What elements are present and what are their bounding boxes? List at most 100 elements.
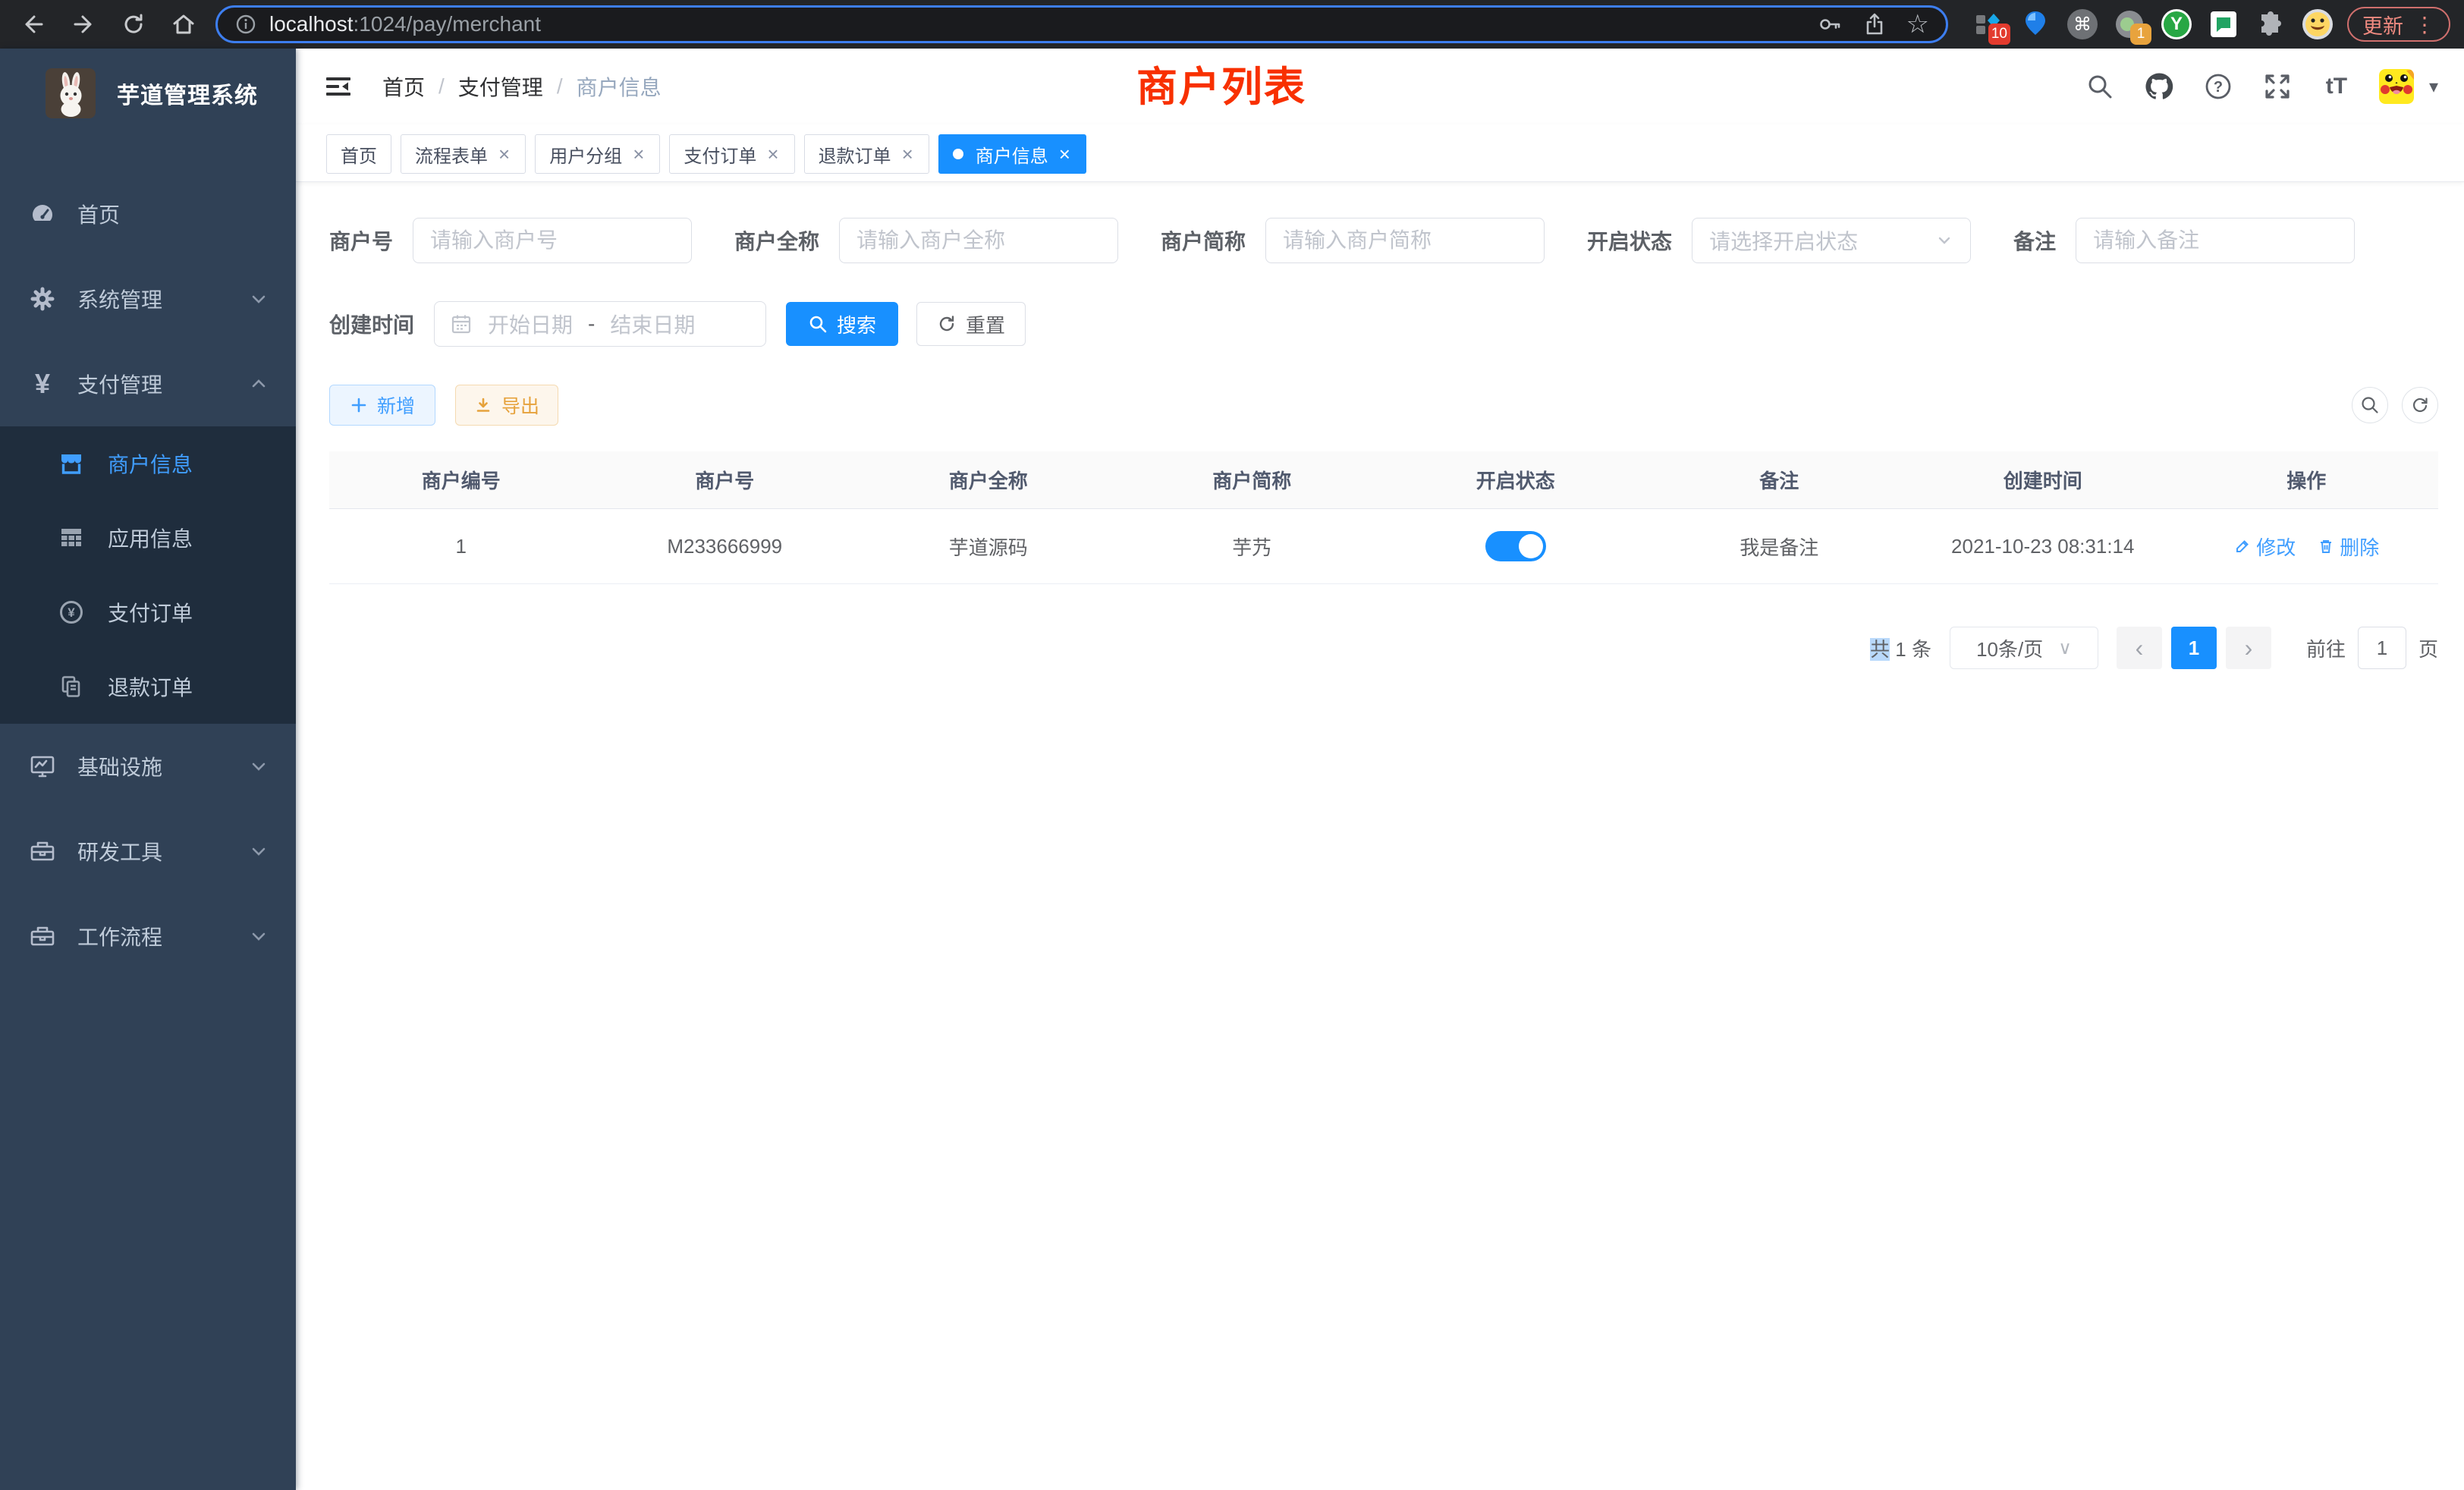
end-date-placeholder[interactable]: 结束日期 [610, 309, 695, 339]
close-icon[interactable]: × [900, 144, 915, 164]
extension-workona-icon[interactable]: 10 [1972, 8, 2004, 40]
sidebar-item-app-info[interactable]: 应用信息 [0, 501, 296, 575]
sidebar-item-pay-order[interactable]: ¥ 支付订单 [0, 575, 296, 649]
edit-link[interactable]: 修改 [2233, 533, 2296, 561]
cell-short-name: 芋艿 [1120, 533, 1384, 561]
font-size-icon[interactable]: tT [2320, 70, 2353, 103]
share-icon[interactable] [1862, 12, 1887, 36]
refresh-table-button[interactable] [2402, 387, 2438, 423]
col-header: 商户全称 [856, 466, 1120, 494]
sidebar-item-dev-tools[interactable]: 研发工具 [0, 809, 296, 894]
search-icon[interactable] [2083, 70, 2117, 103]
short-name-label: 商户简称 [1161, 225, 1246, 256]
bookmark-star-icon[interactable]: ☆ [1906, 11, 1929, 37]
page-unit-label: 页 [2418, 634, 2438, 662]
remark-label: 备注 [2013, 225, 2056, 256]
extension-meet-icon[interactable]: 1 [2114, 8, 2145, 40]
reset-button[interactable]: 重置 [916, 302, 1026, 346]
avatar-caret-icon[interactable]: ▾ [2429, 76, 2438, 98]
browser-menu-icon[interactable]: ⋮ [2414, 12, 2435, 37]
toolbox-icon [27, 836, 58, 866]
close-icon[interactable]: × [631, 144, 646, 164]
sidebar-item-system[interactable]: 系统管理 [0, 256, 296, 341]
status-toggle[interactable] [1485, 531, 1546, 561]
url-text[interactable]: localhost:1024/pay/merchant [269, 12, 541, 36]
close-icon[interactable]: × [765, 144, 780, 164]
short-name-input[interactable] [1265, 218, 1545, 263]
sidebar-item-workflow[interactable]: 工作流程 [0, 894, 296, 979]
help-icon[interactable]: ? [2202, 70, 2235, 103]
address-bar[interactable]: localhost:1024/pay/merchant ☆ [215, 5, 1948, 43]
chevron-down-icon [249, 841, 269, 861]
search-icon [808, 314, 828, 334]
extension-y-icon[interactable]: Y [2161, 8, 2192, 40]
browser-forward-icon[interactable] [64, 5, 103, 44]
start-date-placeholder[interactable]: 开始日期 [488, 309, 573, 339]
monitor-chart-icon [27, 751, 58, 781]
status-select[interactable]: 请选择开启状态 [1692, 218, 1971, 263]
url-host: localhost [269, 12, 354, 36]
extension-chat-icon[interactable] [2208, 8, 2239, 40]
remark-input[interactable] [2076, 218, 2355, 263]
tab-user-group[interactable]: 用户分组× [535, 134, 660, 174]
page-annotation: 商户列表 [1136, 53, 1306, 113]
prev-page-button[interactable]: ‹ [2117, 627, 2162, 669]
page-size-select[interactable]: 10条/页 ∨ [1950, 627, 2098, 669]
gear-icon [27, 284, 58, 314]
sidebar-item-home[interactable]: 首页 [0, 171, 296, 256]
create-time-range-input[interactable]: 开始日期 - 结束日期 [434, 301, 766, 347]
goto-page-input[interactable] [2358, 627, 2406, 669]
extension-command-icon[interactable]: ⌘ [2066, 8, 2098, 40]
github-icon[interactable] [2142, 70, 2176, 103]
cell-status [1384, 531, 1648, 561]
browser-home-icon[interactable] [164, 5, 203, 44]
user-avatar[interactable] [2379, 69, 2414, 104]
tab-refund-order[interactable]: 退款订单× [804, 134, 929, 174]
sidebar-item-refund-order[interactable]: 退款订单 [0, 649, 296, 724]
merchant-no-input[interactable] [413, 218, 692, 263]
url-path: :1024/pay/merchant [354, 12, 542, 36]
extensions-puzzle-icon[interactable] [2255, 8, 2286, 40]
next-page-button[interactable]: › [2226, 627, 2271, 669]
add-button[interactable]: 新增 [329, 385, 435, 426]
trash-icon [2317, 537, 2335, 555]
close-icon[interactable]: × [1058, 144, 1072, 164]
page-number-button[interactable]: 1 [2171, 627, 2217, 669]
col-header: 开启状态 [1384, 466, 1648, 494]
cell-full-name: 芋道源码 [856, 533, 1120, 561]
col-header: 商户编号 [329, 466, 593, 494]
password-key-icon[interactable] [1817, 11, 1843, 37]
browser-update-button[interactable]: 更新 ⋮ [2347, 7, 2450, 42]
close-icon[interactable]: × [497, 144, 511, 164]
col-header: 商户简称 [1120, 466, 1384, 494]
search-icon [2360, 395, 2380, 415]
sidebar-item-infra[interactable]: 基础设施 [0, 724, 296, 809]
full-name-input[interactable] [839, 218, 1118, 263]
breadcrumb-home[interactable]: 首页 [382, 71, 425, 102]
profile-avatar-icon[interactable] [2302, 8, 2334, 40]
pay-submenu: 商户信息 应用信息 ¥ 支付订单 [0, 426, 296, 724]
extension-badge: 1 [2130, 24, 2151, 45]
breadcrumb-pay[interactable]: 支付管理 [458, 71, 543, 102]
search-button[interactable]: 搜索 [786, 302, 898, 346]
tab-home[interactable]: 首页 [326, 134, 391, 174]
refresh-icon [937, 314, 957, 334]
tab-merchant-info[interactable]: 商户信息× [938, 134, 1086, 174]
export-button[interactable]: 导出 [455, 385, 558, 426]
grid-table-icon [58, 524, 85, 552]
sidebar-item-pay[interactable]: ¥ 支付管理 [0, 341, 296, 426]
browser-back-icon[interactable] [14, 5, 53, 44]
fullscreen-icon[interactable] [2261, 70, 2294, 103]
extension-balloon-icon[interactable] [2019, 8, 2051, 40]
toggle-search-button[interactable] [2352, 387, 2388, 423]
delete-link[interactable]: 删除 [2317, 533, 2379, 561]
tab-pay-order[interactable]: 支付订单× [669, 134, 794, 174]
site-info-icon[interactable] [234, 13, 257, 36]
browser-reload-icon[interactable] [114, 5, 153, 44]
sidebar-item-merchant-info[interactable]: 商户信息 [0, 426, 296, 501]
svg-text:¥: ¥ [68, 605, 75, 620]
sidebar-logo[interactable]: 芋道管理系统 [0, 49, 296, 138]
sidebar-collapse-icon[interactable] [322, 70, 355, 103]
extensions-area: 10 ⌘ 1 Y [1972, 8, 2334, 40]
tab-process-form[interactable]: 流程表单× [401, 134, 526, 174]
